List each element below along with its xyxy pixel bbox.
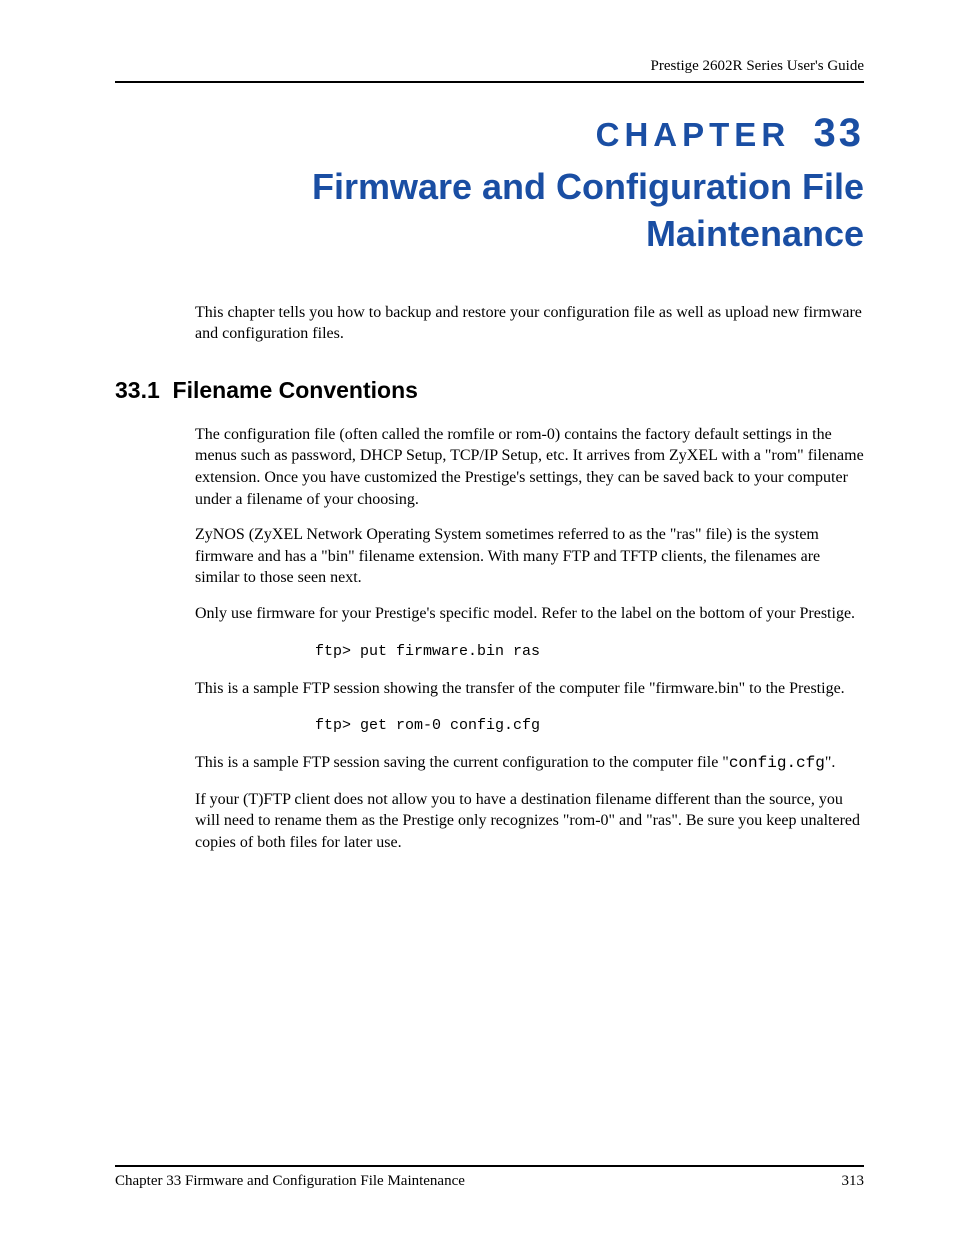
paragraph-2: ZyNOS (ZyXEL Network Operating System so…: [195, 524, 864, 589]
section-number: 33.1: [115, 377, 160, 403]
chapter-word: CHAPTER: [596, 116, 791, 153]
chapter-title: Firmware and Configuration File Maintena…: [115, 164, 864, 258]
section-title: Filename Conventions: [173, 377, 418, 403]
footer: Chapter 33 Firmware and Configuration Fi…: [115, 1165, 864, 1190]
paragraph-5-code: config.cfg: [729, 754, 825, 772]
paragraph-5a: This is a sample FTP session saving the …: [195, 754, 729, 771]
code-sample-2: ftp> get rom-0 config.cfg: [315, 717, 864, 734]
chapter-intro: This chapter tells you how to backup and…: [195, 302, 864, 345]
page-container: Prestige 2602R Series User's Guide CHAPT…: [0, 0, 954, 1235]
code-sample-1: ftp> put firmware.bin ras: [315, 643, 864, 660]
chapter-number: 33: [814, 111, 865, 155]
paragraph-5: This is a sample FTP session saving the …: [195, 752, 864, 775]
paragraph-4: This is a sample FTP session showing the…: [195, 678, 864, 700]
header-rule: [115, 81, 864, 83]
section-heading: 33.1 Filename Conventions: [115, 377, 864, 404]
footer-page-number: 313: [842, 1173, 865, 1190]
paragraph-3: Only use firmware for your Prestige's sp…: [195, 603, 864, 625]
header-guide-title: Prestige 2602R Series User's Guide: [115, 58, 864, 75]
paragraph-5b: ".: [825, 754, 836, 771]
chapter-label: CHAPTER 33: [115, 111, 864, 156]
paragraph-1: The configuration file (often called the…: [195, 424, 864, 510]
footer-chapter-ref: Chapter 33 Firmware and Configuration Fi…: [115, 1173, 465, 1190]
paragraph-6: If your (T)FTP client does not allow you…: [195, 789, 864, 854]
footer-rule: [115, 1165, 864, 1167]
